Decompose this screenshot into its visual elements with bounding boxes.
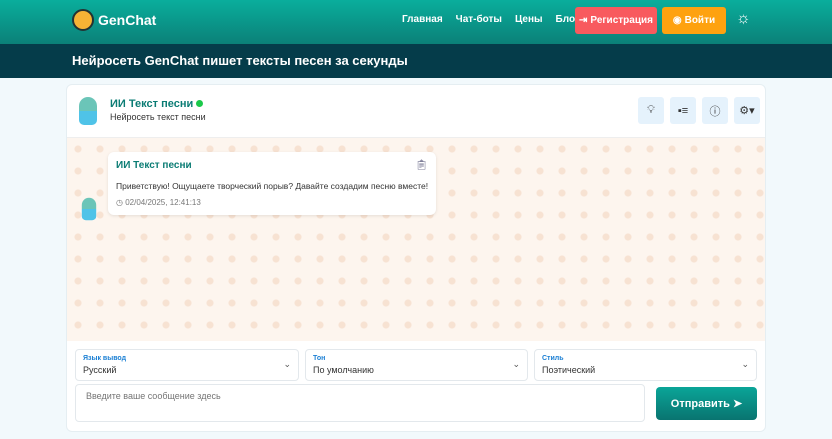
chat-card: ИИ Текст песни Нейросеть текст песни 💡︎ … xyxy=(66,84,766,432)
timestamp: 02/04/2025, 12:41:13 xyxy=(125,198,201,207)
chevron-down-icon: ⌄ xyxy=(512,359,520,369)
tone-select[interactable]: Тон По умолчанию ⌄ xyxy=(305,349,528,381)
nav-prices[interactable]: Цены xyxy=(515,14,543,25)
select-label: Язык вывод xyxy=(83,355,127,362)
settings-gear-icon[interactable]: ⚙▾ xyxy=(734,97,760,124)
user-icon: ◉ xyxy=(672,15,682,26)
message-input[interactable] xyxy=(75,384,645,422)
send-arrow-icon: ➤ xyxy=(732,398,743,410)
bot-subtitle: Нейросеть текст песни xyxy=(110,112,206,122)
bot-name: ИИ Текст песни xyxy=(110,98,204,110)
lightbulb-icon[interactable]: 💡︎ xyxy=(638,97,664,124)
logo-icon xyxy=(72,9,94,31)
login-button[interactable]: ◉ Войти xyxy=(662,7,726,34)
message-bubble: ИИ Текст песни 📋︎ Приветствую! Ощущаете … xyxy=(108,152,436,215)
language-select[interactable]: Язык вывод Русский ⌄ xyxy=(75,349,299,381)
message-author: ИИ Текст песни xyxy=(116,160,192,171)
chat-header: ИИ Текст песни Нейросеть текст песни 💡︎ … xyxy=(67,85,765,138)
page-title: Нейросеть GenChat пишет тексты песен за … xyxy=(0,44,832,78)
select-label: Тон xyxy=(313,355,326,362)
bot-name-text: ИИ Текст песни xyxy=(110,98,194,110)
clock-icon: ◷ xyxy=(116,198,126,207)
online-status-dot xyxy=(196,100,204,107)
clipboard-icon[interactable]: 📋︎ xyxy=(415,160,428,171)
chevron-down-icon: ⌄ xyxy=(741,359,749,369)
logo[interactable]: GenChat xyxy=(72,9,156,31)
nav-chatbots[interactable]: Чат-боты xyxy=(456,14,502,25)
message-text: Приветствую! Ощущаете творческий порыв? … xyxy=(116,181,429,191)
register-button[interactable]: ⇥ Регистрация xyxy=(575,7,657,34)
contact-card-icon[interactable]: ▪≡ xyxy=(670,97,696,124)
send-button[interactable]: Отправить ➤ xyxy=(656,387,757,420)
login-label: Войти xyxy=(684,15,716,26)
chat-messages: ИИ Текст песни 📋︎ Приветствую! Ощущаете … xyxy=(67,138,765,341)
select-value: Поэтический xyxy=(542,365,596,375)
register-label: Регистрация xyxy=(590,15,653,26)
theme-toggle-sun-icon[interactable]: ☼ xyxy=(736,10,751,28)
select-label: Стиль xyxy=(542,355,564,362)
main-nav: Главная Чат-боты Цены Блог xyxy=(402,14,579,25)
message-avatar xyxy=(81,197,97,221)
brand-name: GenChat xyxy=(98,12,157,28)
select-value: Русский xyxy=(83,365,117,375)
sign-in-icon: ⇥ xyxy=(579,15,588,26)
bot-avatar xyxy=(79,97,97,125)
info-icon[interactable]: ⓘ xyxy=(702,97,728,124)
chevron-down-icon: ⌄ xyxy=(283,359,291,369)
select-value: По умолчанию xyxy=(313,365,374,375)
nav-home[interactable]: Главная xyxy=(402,14,443,25)
top-navbar: GenChat Главная Чат-боты Цены Блог ⇥ Реги… xyxy=(0,0,832,44)
send-label: Отправить xyxy=(670,398,730,410)
message-time: ◷ 02/04/2025, 12:41:13 xyxy=(116,198,201,207)
style-select[interactable]: Стиль Поэтический ⌄ xyxy=(534,349,757,381)
